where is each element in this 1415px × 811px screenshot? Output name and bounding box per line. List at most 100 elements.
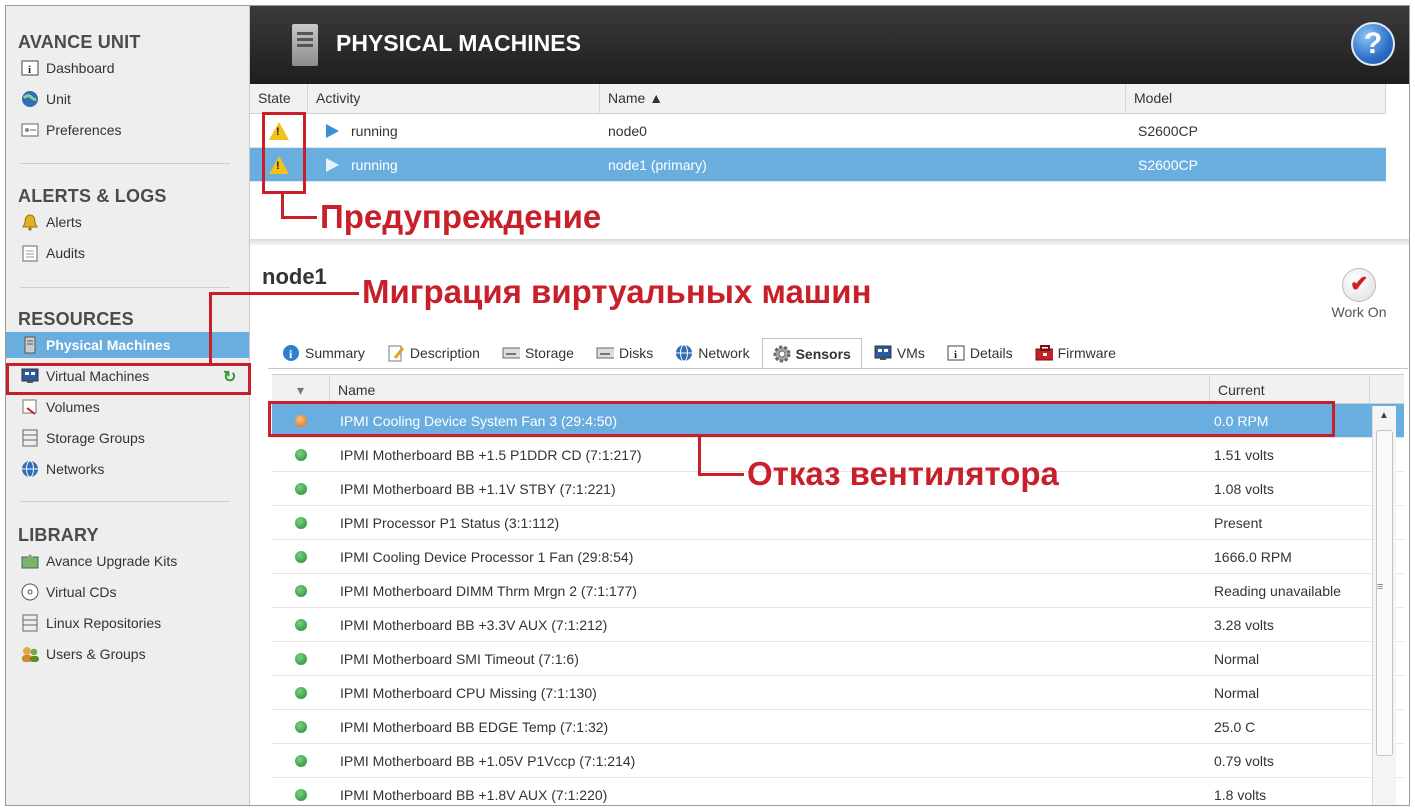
tab-label: VMs [896, 345, 925, 361]
sidebar-item-users-groups[interactable]: Users & Groups [6, 641, 249, 667]
page-title: PHYSICAL MACHINES [336, 30, 581, 56]
column-header-model[interactable]: Model [1126, 84, 1386, 113]
sidebar-item-label: Volumes [46, 399, 100, 415]
tab-label: Firmware [1057, 345, 1116, 361]
sensor-current-cell: 3.28 volts [1214, 616, 1274, 633]
ok-status-icon [295, 516, 307, 529]
sidebar-item-audits[interactable]: Audits [6, 240, 249, 266]
column-header-name[interactable]: Name ▲ [600, 84, 1126, 113]
table-row[interactable]: IPMI Motherboard BB EDGE Temp (7:1:32) 25… [272, 710, 1404, 744]
sensor-name-cell: IPMI Processor P1 Status (3:1:112) [340, 514, 560, 531]
sidebar-divider [20, 163, 230, 164]
scroll-thumb[interactable] [1376, 430, 1393, 756]
table-row[interactable]: IPMI Processor P1 Status (3:1:112) Presen… [272, 506, 1404, 540]
section-title-avance-unit: AVANCE UNIT [18, 32, 141, 52]
scroll-up-icon[interactable]: ▲ [1379, 410, 1389, 421]
sidebar-item-linux-repositories[interactable]: Linux Repositories [6, 610, 249, 636]
status-cell [272, 448, 330, 461]
tab-label: Sensors [795, 345, 851, 362]
sidebar: AVANCE UNIT i Dashboard Unit Preferences… [6, 6, 250, 805]
machines-table: State Activity Name ▲ Model ! running no… [250, 84, 1386, 182]
sidebar-item-preferences[interactable]: Preferences [6, 117, 249, 143]
sensor-current-cell: 25.0 C [1214, 718, 1256, 735]
sidebar-item-unit[interactable]: Unit [6, 86, 249, 112]
migration-callout-box [6, 363, 251, 395]
table-row[interactable]: ! running node1 (primary) S2600CP [250, 148, 1386, 182]
sidebar-item-storage-groups[interactable]: Storage Groups [6, 425, 249, 451]
section-title-library: LIBRARY [18, 525, 99, 545]
tab-details[interactable]: i Details [937, 338, 1023, 368]
help-button[interactable]: ? [1351, 22, 1395, 66]
tab-description[interactable]: Description [377, 338, 490, 368]
globe-icon [20, 90, 40, 108]
ok-status-icon [295, 720, 307, 733]
column-header-state[interactable]: State [250, 84, 308, 113]
sidebar-item-virtual-cds[interactable]: Virtual CDs [6, 579, 249, 605]
table-row[interactable]: IPMI Motherboard BB +3.3V AUX (7:1:212) 3… [272, 608, 1404, 642]
table-row[interactable]: IPMI Motherboard BB +1.05V P1Vccp (7:1:2… [272, 744, 1404, 778]
status-cell [272, 720, 330, 733]
sidebar-item-volumes[interactable]: Volumes [6, 394, 249, 420]
sensor-current-cell: Normal [1214, 684, 1260, 701]
sidebar-item-dashboard[interactable]: i Dashboard [6, 55, 249, 81]
sensor-name-cell: IPMI Cooling Device Processor 1 Fan (29:… [340, 548, 634, 565]
fan-failure-callout-box [268, 401, 1335, 437]
detail-tabs: i Summary Description Storage Disks Netwo… [272, 336, 1128, 368]
status-cell [272, 584, 330, 597]
sensors-scrollbar[interactable]: ▲ ≡ [1372, 406, 1396, 805]
upgrade-icon [20, 552, 40, 570]
column-menu-toggle[interactable]: ▾ [272, 375, 330, 403]
column-header-current[interactable]: Current [1210, 375, 1370, 403]
status-cell [272, 482, 330, 495]
tab-network[interactable]: Network [665, 338, 759, 368]
sidebar-item-label: Avance Upgrade Kits [46, 553, 178, 569]
panel-divider[interactable] [250, 239, 1409, 245]
section-title-resources: RESOURCES [18, 309, 134, 329]
tab-sensors[interactable]: Sensors [761, 338, 862, 368]
table-row[interactable]: IPMI Cooling Device Processor 1 Fan (29:… [272, 540, 1404, 574]
info-icon: i [20, 59, 40, 77]
tab-firmware[interactable]: Firmware [1025, 338, 1126, 368]
ok-status-icon [295, 754, 307, 767]
fan-failure-annotation: Отказ вентилятора [747, 455, 1059, 492]
work-on-label: Work On [1331, 304, 1387, 320]
sensor-name-cell: IPMI Motherboard BB +3.3V AUX (7:1:212) [340, 616, 608, 633]
ok-status-icon [295, 618, 307, 631]
tab-vms[interactable]: VMs [864, 338, 935, 368]
sidebar-item-avance-upgrade-kits[interactable]: Avance Upgrade Kits [6, 548, 249, 574]
table-row[interactable]: IPMI Motherboard BB +1.8V AUX (7:1:220) 1… [272, 778, 1404, 805]
sensor-name-cell: IPMI Motherboard CPU Missing (7:1:130) [340, 684, 597, 701]
sidebar-item-alerts[interactable]: Alerts [6, 209, 249, 235]
fan-failure-callout-line [698, 437, 701, 475]
users-icon [20, 645, 40, 663]
tab-summary[interactable]: i Summary [272, 338, 375, 368]
tab-label: Details [969, 345, 1013, 361]
column-header-name[interactable]: Name [330, 375, 1210, 403]
play-icon [326, 123, 339, 138]
tab-label: Disks [618, 345, 654, 361]
tab-storage[interactable]: Storage [492, 338, 584, 368]
activity-label: running [351, 156, 398, 173]
tab-label: Summary [305, 345, 365, 361]
activity-cell: running [308, 123, 600, 139]
checkmark-icon [1342, 268, 1376, 302]
table-row[interactable]: IPMI Motherboard DIMM Thrm Mrgn 2 (7:1:1… [272, 574, 1404, 608]
sidebar-item-physical-machines[interactable]: Physical Machines [6, 332, 249, 358]
sidebar-item-networks[interactable]: Networks [6, 456, 249, 482]
edit-document-icon [387, 344, 405, 362]
model-cell: S2600CP [1138, 156, 1198, 173]
tab-disks[interactable]: Disks [586, 338, 663, 368]
page-header: PHYSICAL MACHINES ? [250, 6, 1409, 84]
table-row[interactable]: IPMI Motherboard SMI Timeout (7:1:6) Norm… [272, 642, 1404, 676]
tab-label: Storage [524, 345, 574, 361]
ok-status-icon [295, 584, 307, 597]
table-row[interactable]: ! running node0 S2600CP [250, 114, 1386, 148]
model-cell: S2600CP [1138, 122, 1198, 139]
ok-status-icon [295, 686, 307, 699]
volume-icon [20, 398, 40, 416]
migration-callout-line [209, 292, 212, 364]
column-header-activity[interactable]: Activity [308, 84, 600, 113]
server-icon [292, 24, 318, 66]
table-row[interactable]: IPMI Motherboard CPU Missing (7:1:130) No… [272, 676, 1404, 710]
work-on-button[interactable]: Work On [1324, 268, 1394, 320]
